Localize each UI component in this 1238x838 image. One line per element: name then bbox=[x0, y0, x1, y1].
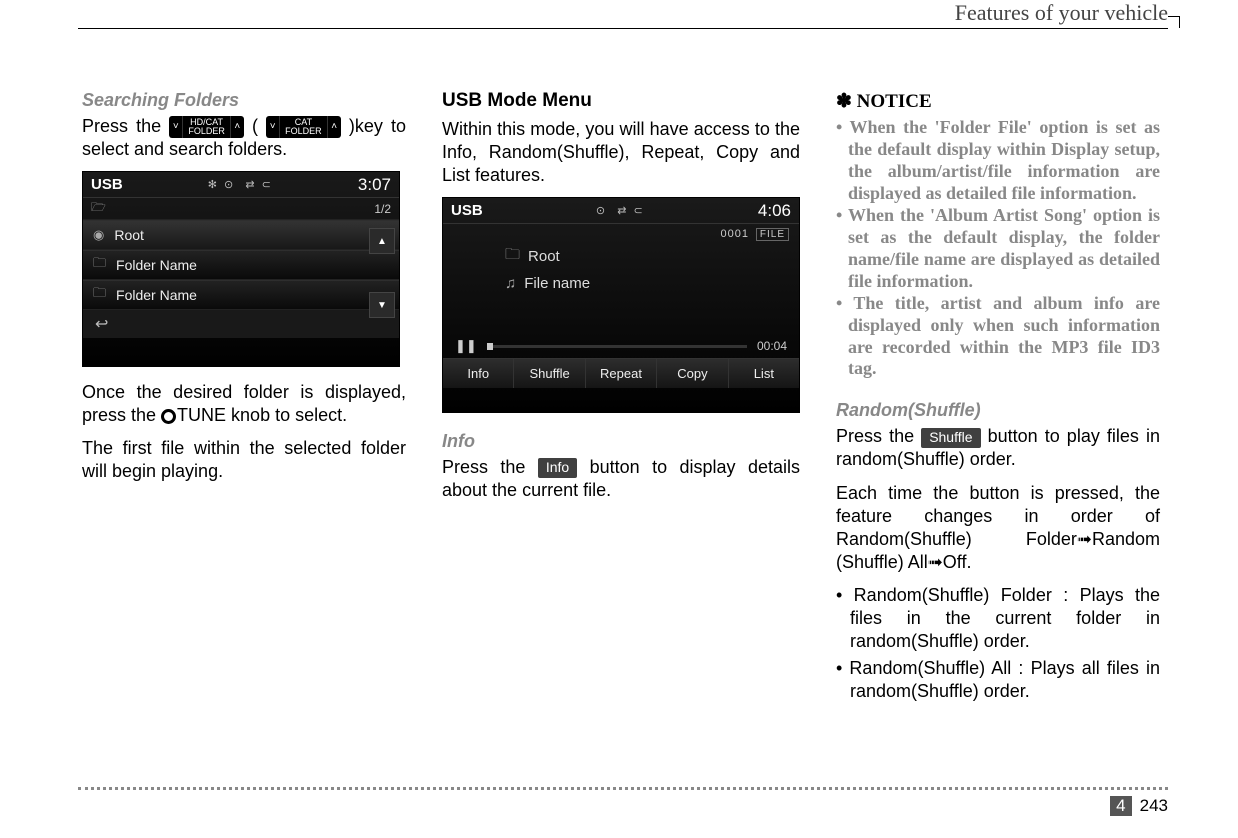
notice-bullet-1: • When the 'Folder File' option is set a… bbox=[836, 117, 1160, 205]
footer-rule bbox=[78, 787, 1168, 790]
header-corner bbox=[1168, 16, 1180, 28]
soft-info[interactable]: Info bbox=[443, 359, 514, 388]
folder-open-icon: 🗁 bbox=[91, 198, 106, 219]
usb-folder-screen: USB ✻ ⊙ ⇄ ⊂ 3:07 🗁 1/2 ◉ Root ▲ 🗀 Folder… bbox=[82, 171, 400, 367]
col1-press-line: Press the ˅ HD/CAT FOLDER ˄ ( ˅ CAT FOLD… bbox=[82, 115, 406, 161]
play-circle-icon: ◉ bbox=[93, 227, 104, 243]
hd-cat-folder-label: HD/CAT FOLDER bbox=[183, 116, 230, 138]
random-bullet-2: • Random(Shuffle) All : Plays all files … bbox=[836, 657, 1160, 703]
info-para: Press the Info button to display details… bbox=[442, 456, 800, 502]
col1-para2: Once the desired folder is displayed, pr… bbox=[82, 381, 406, 427]
root-line: 🗀 Root bbox=[505, 244, 787, 269]
usb-play-screen: USB ⊙ ⇄ ⊂ 4:06 FILE 0001 🗀 Root ♫ File n… bbox=[442, 197, 800, 413]
row-folder-2[interactable]: 🗀 Folder Name bbox=[83, 280, 399, 310]
folder-icon: 🗀 bbox=[93, 284, 106, 306]
notice-bullet-3: • The title, artist and album info are d… bbox=[836, 293, 1160, 381]
row-folder-1[interactable]: 🗀 Folder Name bbox=[83, 250, 399, 280]
scroll-up-button[interactable]: ▲ bbox=[369, 228, 395, 254]
page-number: 243 bbox=[1140, 796, 1168, 816]
info-softkey: Info bbox=[538, 458, 577, 478]
chevron-up-icon: ˄ bbox=[327, 116, 341, 138]
clock: 3:07 bbox=[358, 175, 391, 195]
random-para2: Each time the button is pressed, the fea… bbox=[836, 482, 1160, 574]
pause-icon[interactable]: ❚❚ bbox=[455, 338, 477, 354]
scroll-down-button[interactable]: ▼ bbox=[369, 292, 395, 318]
random-para1: Press the Shuffle button to play files i… bbox=[836, 425, 1160, 471]
header-rule bbox=[78, 28, 1168, 29]
chapter-number: 4 bbox=[1110, 796, 1131, 816]
chevron-up-icon: ˄ bbox=[230, 116, 244, 138]
music-note-icon: ♫ bbox=[505, 275, 516, 292]
notice-bullet-2: • When the 'Album Artist Song' option is… bbox=[836, 205, 1160, 293]
cat-folder-label: CAT FOLDER bbox=[280, 116, 327, 138]
soft-shuffle[interactable]: Shuffle bbox=[514, 359, 585, 388]
soft-list[interactable]: List bbox=[729, 359, 799, 388]
status-icons: ✻ ⊙ ⇄ ⊂ bbox=[208, 178, 273, 191]
mode-label: USB bbox=[451, 202, 483, 219]
notice-heading: ✽ NOTICE bbox=[836, 90, 1160, 113]
back-button[interactable]: ↩ bbox=[83, 310, 399, 338]
random-bullet-1: • Random(Shuffle) Folder : Plays the fil… bbox=[836, 584, 1160, 653]
folder-icon: 🗀 bbox=[505, 244, 520, 269]
col2-intro: Within this mode, you will have access t… bbox=[442, 118, 800, 187]
file-tag: FILE bbox=[756, 228, 789, 241]
notice-star-icon: ✽ bbox=[836, 91, 852, 112]
hd-cat-folder-key: ˅ HD/CAT FOLDER ˄ bbox=[169, 116, 244, 138]
chevron-down-icon: ˅ bbox=[169, 116, 183, 138]
shuffle-softkey: Shuffle bbox=[921, 428, 980, 448]
row-root[interactable]: ◉ Root bbox=[83, 220, 399, 250]
usb-mode-menu-heading: USB Mode Menu bbox=[442, 90, 800, 112]
row-root-label: Root bbox=[114, 227, 144, 243]
elapsed-time: 00:04 bbox=[757, 339, 787, 353]
row-folder-2-label: Folder Name bbox=[116, 287, 197, 303]
press-prefix: Press the bbox=[82, 116, 169, 136]
progress-bar[interactable] bbox=[487, 345, 747, 348]
page-header-title: Features of your vehicle bbox=[955, 0, 1168, 26]
page-counter: 1/2 bbox=[374, 202, 391, 216]
mode-label: USB bbox=[91, 176, 123, 193]
clock: 4:06 bbox=[758, 201, 791, 221]
searching-folders-heading: Searching Folders bbox=[82, 90, 406, 111]
col1-para3: The first file within the selected folde… bbox=[82, 437, 406, 483]
file-number: 0001 bbox=[721, 228, 749, 240]
info-heading: Info bbox=[442, 431, 800, 452]
folder-icon: 🗀 bbox=[93, 254, 106, 276]
cat-folder-key: ˅ CAT FOLDER ˄ bbox=[266, 116, 341, 138]
soft-copy[interactable]: Copy bbox=[657, 359, 728, 388]
random-heading: Random(Shuffle) bbox=[836, 400, 1160, 421]
soft-repeat[interactable]: Repeat bbox=[586, 359, 657, 388]
chevron-down-icon: ˅ bbox=[266, 116, 280, 138]
tune-knob-icon bbox=[161, 409, 176, 424]
paren-open: ( bbox=[252, 116, 258, 136]
status-icons: ⊙ ⇄ ⊂ bbox=[596, 204, 645, 217]
row-folder-1-label: Folder Name bbox=[116, 257, 197, 273]
filename-line: ♫ File name bbox=[505, 275, 787, 292]
